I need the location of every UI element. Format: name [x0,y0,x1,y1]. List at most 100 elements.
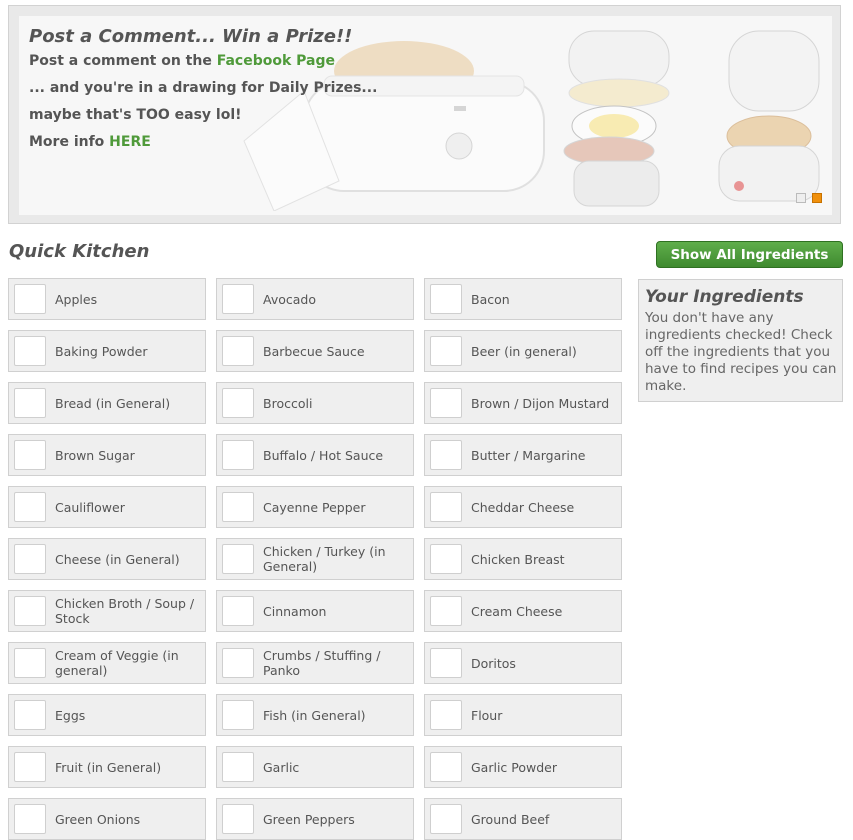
ingredient-item[interactable]: Fish (in General) [216,694,414,736]
promo-banner: Post a Comment... Win a Prize!! Post a c… [8,5,841,224]
ingredient-label: Chicken / Turkey (in General) [263,544,386,574]
ingredient-label: Bread (in General) [55,395,171,411]
slide-dot-2[interactable] [812,193,822,203]
ingredient-checkbox[interactable] [430,648,462,678]
ingredient-item[interactable]: Butter / Margarine [424,434,622,476]
ingredient-checkbox[interactable] [222,648,254,678]
more-info-link[interactable]: HERE [109,134,151,150]
ingredient-item[interactable]: Chicken / Turkey (in General) [216,538,414,580]
ingredient-checkbox[interactable] [430,596,462,626]
ingredient-item[interactable]: Cinnamon [216,590,414,632]
ingredient-checkbox[interactable] [222,492,254,522]
ingredient-label: Beer (in general) [471,343,577,359]
ingredient-label: Chicken Broth / Soup / Stock [55,596,195,626]
ingredient-item[interactable]: Bread (in General) [8,382,206,424]
banner-line-3: maybe that's TOO easy lol! [29,107,242,123]
ingredient-item[interactable]: Cream of Veggie (in general) [8,642,206,684]
ingredient-checkbox[interactable] [430,440,462,470]
ingredient-checkbox[interactable] [222,596,254,626]
ingredient-item[interactable]: Chicken Broth / Soup / Stock [8,590,206,632]
ingredient-label: Avocado [263,291,316,307]
ingredient-item[interactable]: Cheddar Cheese [424,486,622,528]
ingredient-checkbox[interactable] [430,336,462,366]
ingredient-item[interactable]: Bacon [424,278,622,320]
ingredient-item[interactable]: Fruit (in General) [8,746,206,788]
ingredient-checkbox[interactable] [14,596,46,626]
ingredient-label: Eggs [55,707,86,723]
ingredient-checkbox[interactable] [14,336,46,366]
ingredient-checkbox[interactable] [430,544,462,574]
ingredient-checkbox[interactable] [14,804,46,834]
ingredient-item[interactable]: Buffalo / Hot Sauce [216,434,414,476]
banner-title: Post a Comment... Win a Prize!! [29,26,353,47]
ingredient-checkbox[interactable] [14,752,46,782]
banner-line-4-text: More info [29,134,110,150]
banner-line-1-text: Post a comment on the [29,53,217,69]
ingredient-checkbox[interactable] [222,752,254,782]
ingredient-checkbox[interactable] [222,284,254,314]
ingredient-checkbox[interactable] [430,700,462,730]
ingredient-label: Chicken Breast [471,551,565,567]
ingredient-checkbox[interactable] [14,700,46,730]
ingredient-checkbox[interactable] [430,492,462,522]
banner-line-4: More info HERE [29,129,377,156]
ingredient-item[interactable]: Brown / Dijon Mustard [424,382,622,424]
ingredient-label: Apples [55,291,98,307]
ingredient-checkbox[interactable] [14,492,46,522]
ingredient-checkbox[interactable] [222,440,254,470]
ingredient-item[interactable]: Flour [424,694,622,736]
ingredient-checkbox[interactable] [222,544,254,574]
ingredient-item[interactable]: Cheese (in General) [8,538,206,580]
ingredient-item[interactable]: Doritos [424,642,622,684]
ingredient-label: Ground Beef [471,811,550,827]
ingredient-item[interactable]: Green Peppers [216,798,414,840]
ingredient-label: Garlic Powder [471,759,558,775]
ingredient-label: Doritos [471,655,516,671]
ingredient-item[interactable]: Eggs [8,694,206,736]
ingredient-label: Crumbs / Stuffing / Panko [263,648,381,678]
ingredient-label: Fish (in General) [263,707,366,723]
ingredient-checkbox[interactable] [14,544,46,574]
ingredient-item[interactable]: Barbecue Sauce [216,330,414,372]
sandwich-maker-image [563,30,670,207]
ingredient-item[interactable]: Garlic Powder [424,746,622,788]
ingredient-item[interactable]: Apples [8,278,206,320]
ingredient-checkbox[interactable] [222,336,254,366]
ingredient-checkbox[interactable] [430,752,462,782]
banner-text: Post a Comment... Win a Prize!! Post a c… [29,26,377,156]
ingredient-item[interactable]: Cauliflower [8,486,206,528]
ingredient-label: Cheese (in General) [55,551,180,567]
ingredient-checkbox[interactable] [222,700,254,730]
show-all-ingredients-button[interactable]: Show All Ingredients [656,241,843,268]
ingredient-checkbox[interactable] [222,388,254,418]
ingredient-item[interactable]: Beer (in general) [424,330,622,372]
ingredient-item[interactable]: Baking Powder [8,330,206,372]
ingredient-checkbox[interactable] [14,284,46,314]
ingredient-checkbox[interactable] [14,648,46,678]
ingredient-item[interactable]: Cayenne Pepper [216,486,414,528]
breakfast-maker-image [718,30,820,202]
ingredient-item[interactable]: Chicken Breast [424,538,622,580]
ingredient-item[interactable]: Cream Cheese [424,590,622,632]
ingredient-item[interactable]: Broccoli [216,382,414,424]
slide-dot-1[interactable] [796,193,806,203]
banner-slide[interactable]: Post a Comment... Win a Prize!! Post a c… [19,16,832,215]
ingredient-grid: Apples Avocado Bacon Baking Powder Barbecue … [8,278,622,840]
ingredient-checkbox[interactable] [14,388,46,418]
ingredient-item[interactable]: Garlic [216,746,414,788]
ingredient-label: Cream Cheese [471,603,563,619]
ingredient-item[interactable]: Avocado [216,278,414,320]
ingredient-checkbox[interactable] [222,804,254,834]
ingredient-item[interactable]: Brown Sugar [8,434,206,476]
ingredient-checkbox[interactable] [430,804,462,834]
your-ingredients-message: You don't have any ingredients checked! … [645,310,837,394]
ingredient-item[interactable]: Green Onions [8,798,206,840]
ingredient-checkbox[interactable] [14,440,46,470]
banner-line-2: ... and you're in a drawing for Daily Pr… [29,80,378,96]
ingredient-item[interactable]: Ground Beef [424,798,622,840]
ingredient-checkbox[interactable] [430,388,462,418]
facebook-page-link[interactable]: Facebook Page [217,53,335,69]
ingredient-item[interactable]: Crumbs / Stuffing / Panko [216,642,414,684]
ingredient-checkbox[interactable] [430,284,462,314]
ingredient-label: Brown Sugar [55,447,135,463]
